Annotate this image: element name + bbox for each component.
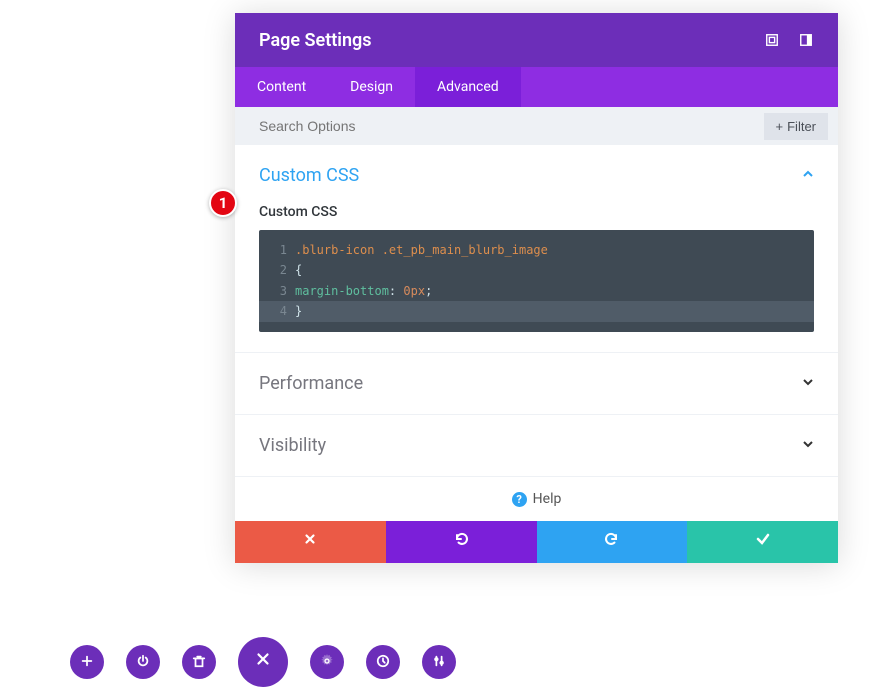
sliders-button[interactable] [422,645,456,679]
section-head-performance[interactable]: Performance [259,373,814,394]
redo-button[interactable] [537,521,688,563]
tab-content[interactable]: Content [235,67,328,107]
code-value: 0px [403,284,425,298]
header-icons [764,32,814,48]
code-line: 1 .blurb-icon .et_pb_main_blurb_image [273,240,800,260]
history-button[interactable] [366,645,400,679]
undo-button[interactable] [386,521,537,563]
modal-header: Page Settings [235,13,838,67]
modal-title: Page Settings [259,30,372,51]
help-label: Help [533,491,562,507]
bottom-toolbar [70,637,456,687]
add-button[interactable] [70,645,104,679]
close-toolbar-button[interactable] [238,637,288,687]
settings-button[interactable] [310,645,344,679]
filter-button[interactable]: + Filter [764,113,828,140]
power-icon [136,654,150,671]
filter-label: Filter [787,119,816,134]
clock-icon [376,654,390,671]
close-icon [303,532,317,551]
line-number: 1 [273,240,287,260]
help-row[interactable]: ? Help [235,477,838,521]
chevron-up-icon [802,168,814,183]
line-number: 2 [273,260,287,280]
section-head-custom-css[interactable]: Custom CSS [259,165,814,186]
code-semi: ; [425,284,432,298]
section-head-visibility[interactable]: Visibility [259,435,814,456]
section-visibility: Visibility [235,415,838,477]
page-settings-modal: Page Settings Content Design Advanced + … [235,13,838,563]
line-number: 4 [273,301,287,321]
snap-right-icon[interactable] [798,32,814,48]
code-selector: .blurb-icon .et_pb_main_blurb_image [295,243,548,257]
field-label-custom-css: Custom CSS [259,204,814,220]
section-custom-css: Custom CSS Custom CSS 1 .blurb-icon .et_… [235,145,838,353]
code-line: 3 margin-bottom: 0px; [273,281,800,301]
close-icon [254,650,272,674]
plus-icon: + [776,119,784,134]
sliders-icon [432,654,446,671]
code-brace: } [295,304,302,318]
search-input[interactable] [259,118,764,134]
code-line: 4 } [259,301,814,321]
undo-icon [453,531,469,552]
code-line: 2 { [273,260,800,280]
footer [235,521,838,563]
content: Custom CSS Custom CSS 1 .blurb-icon .et_… [235,145,838,521]
section-title-performance: Performance [259,373,363,394]
section-title-visibility: Visibility [259,435,326,456]
check-icon [755,531,771,552]
fullscreen-icon[interactable] [764,32,780,48]
search-bar: + Filter [235,107,838,145]
section-title-custom-css: Custom CSS [259,165,359,186]
code-property: margin-bottom [295,284,389,298]
redo-icon [604,531,620,552]
section-performance: Performance [235,353,838,415]
code-editor[interactable]: 1 .blurb-icon .et_pb_main_blurb_image 2 … [259,230,814,332]
line-number: 3 [273,281,287,301]
gear-icon [320,654,334,671]
chevron-down-icon [802,438,814,453]
tabs: Content Design Advanced [235,67,838,107]
power-button[interactable] [126,645,160,679]
tab-advanced[interactable]: Advanced [415,67,521,107]
annotation-marker-1: 1 [209,189,237,217]
cancel-button[interactable] [235,521,386,563]
code-brace: { [295,263,302,277]
help-icon: ? [512,492,527,507]
trash-button[interactable] [182,645,216,679]
tab-design[interactable]: Design [328,67,415,107]
plus-icon [80,654,94,671]
save-button[interactable] [687,521,838,563]
trash-icon [192,654,206,671]
chevron-down-icon [802,376,814,391]
